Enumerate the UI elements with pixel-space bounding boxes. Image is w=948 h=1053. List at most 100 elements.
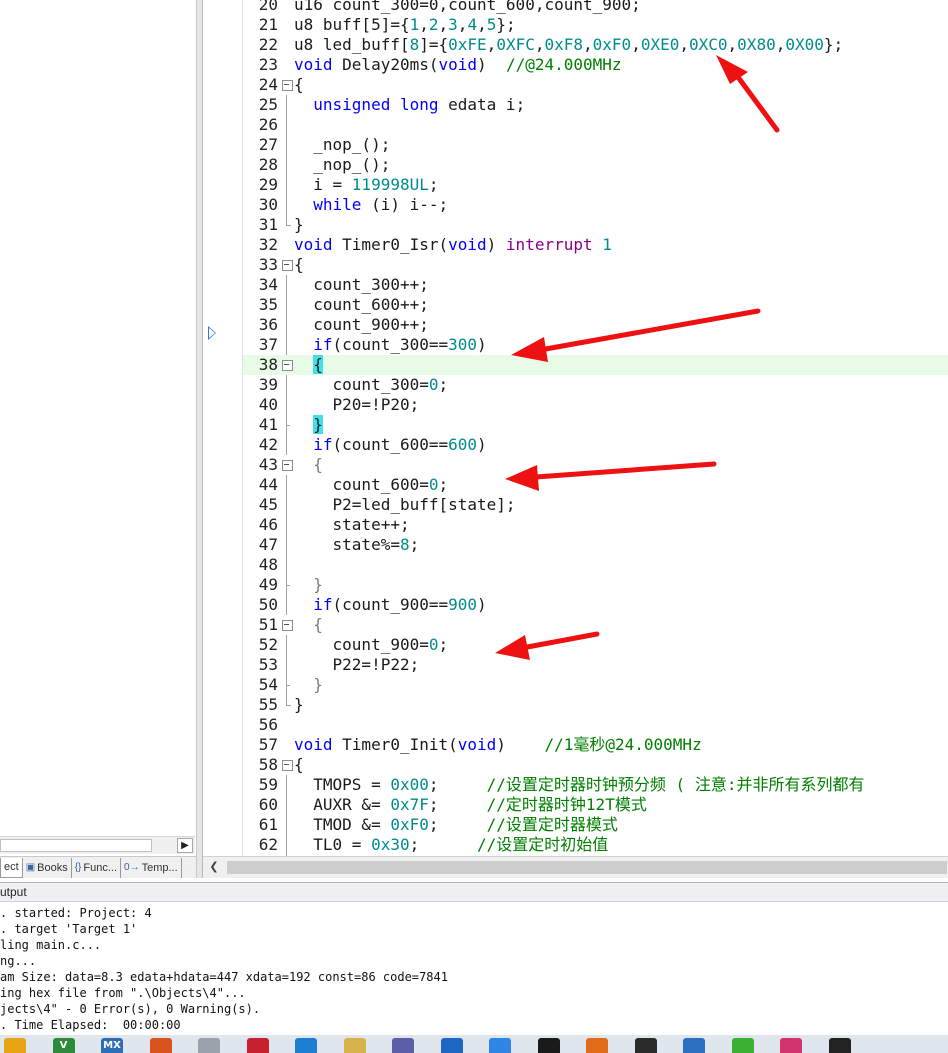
code-text[interactable]: if(count_600==600) (294, 435, 486, 455)
code-line[interactable]: 35 count_600++; (243, 295, 948, 315)
code-line[interactable]: 42 if(count_600==600) (243, 435, 948, 455)
code-line[interactable]: 43 { (243, 455, 948, 475)
tab-project[interactable]: ect (0, 857, 23, 878)
code-line[interactable]: 32 void Timer0_Isr(void) interrupt 1 (243, 235, 948, 255)
scroll-left-icon[interactable]: ❮ (206, 859, 222, 875)
tab-templates[interactable]: 0→ Temp... (121, 857, 182, 878)
code-line[interactable]: 62 TL0 = 0x30; //设置定时初始值 (243, 835, 948, 855)
output-text[interactable]: . started: Project: 4 . target 'Target 1'… (0, 902, 948, 1033)
chatgpt-icon[interactable] (537, 1038, 560, 1053)
code-line[interactable]: 57 void Timer0_Init(void) //1毫秒@24.000MHz (243, 735, 948, 755)
code-text[interactable]: P2=led_buff[state]; (294, 495, 516, 515)
scrollbar-thumb[interactable] (0, 839, 152, 852)
code-line[interactable]: 26 (243, 115, 948, 135)
code-text[interactable]: while (i) i--; (294, 195, 448, 215)
keil-icon[interactable]: V (52, 1038, 75, 1053)
code-line[interactable]: 25 unsigned long edata i; (243, 95, 948, 115)
fold-toggle-icon[interactable] (282, 755, 293, 775)
code-line[interactable]: 28 _nop_(); (243, 155, 948, 175)
fold-toggle-icon[interactable] (282, 355, 293, 375)
paint-icon[interactable] (343, 1038, 366, 1053)
code-text[interactable]: count_300++; (294, 275, 429, 295)
tab-books[interactable]: ▣ Books (23, 857, 72, 878)
code-line[interactable]: 44 count_600=0; (243, 475, 948, 495)
code-line[interactable]: 61 TMOD &= 0xF0; //设置定时器模式 (243, 815, 948, 835)
code-text[interactable]: } (294, 695, 304, 715)
code-text[interactable]: TMOD &= 0xF0; //设置定时器模式 (294, 815, 618, 835)
code-text[interactable]: } (294, 675, 323, 695)
project-panel-scrollbar[interactable]: ▶ (0, 836, 195, 854)
code-text[interactable]: state++; (294, 515, 410, 535)
code-lines[interactable]: 20 u16 count_300=0,count_600,count_900; 21… (243, 0, 948, 856)
scrollbar-thumb[interactable] (227, 861, 947, 874)
code-line[interactable]: 33 { (243, 255, 948, 275)
editor-gutter[interactable] (203, 0, 243, 856)
code-text[interactable]: { (294, 455, 323, 475)
code-line[interactable]: 30 while (i) i--; (243, 195, 948, 215)
code-line[interactable]: 20 u16 count_300=0,count_600,count_900; (243, 0, 948, 15)
code-text[interactable]: u8 buff[5]={1,2,3,4,5}; (294, 15, 516, 35)
fold-toggle-icon[interactable] (282, 615, 293, 635)
stm32cubemx-icon[interactable]: MX (101, 1038, 123, 1053)
code-text[interactable]: void Delay20ms(void) //@24.000MHz (294, 55, 622, 75)
code-text[interactable]: { (294, 75, 304, 95)
code-text[interactable]: unsigned long edata i; (294, 95, 525, 115)
code-text[interactable]: count_600++; (294, 295, 429, 315)
code-text[interactable]: _nop_(); (294, 135, 390, 155)
code-line[interactable]: 60 AUXR &= 0x7F; //定时器时钟12T模式 (243, 795, 948, 815)
code-line[interactable]: 37 if(count_300==300) (243, 335, 948, 355)
matlab-icon[interactable] (149, 1038, 172, 1053)
code-text[interactable]: if(count_900==900) (294, 595, 486, 615)
code-line[interactable]: 23 void Delay20ms(void) //@24.000MHz (243, 55, 948, 75)
code-text[interactable]: _nop_(); (294, 155, 390, 175)
code-line[interactable]: 45 P2=led_buff[state]; (243, 495, 948, 515)
code-text[interactable]: void Timer0_Isr(void) interrupt 1 (294, 235, 612, 255)
code-line[interactable]: 24 { (243, 75, 948, 95)
code-line[interactable]: 31} (243, 215, 948, 235)
code-text[interactable]: state%=8; (294, 535, 420, 555)
code-line[interactable]: 29 i = 119998UL; (243, 175, 948, 195)
code-line[interactable]: 41 } (243, 415, 948, 435)
code-line[interactable]: 36 count_900++; (243, 315, 948, 335)
app-icon[interactable] (683, 1038, 705, 1053)
document-icon[interactable] (198, 1038, 220, 1053)
code-text[interactable]: { (294, 615, 323, 635)
code-text[interactable]: i = 119998UL; (294, 175, 438, 195)
code-line[interactable]: 27 _nop_(); (243, 135, 948, 155)
code-line[interactable]: 48 (243, 555, 948, 575)
code-line[interactable]: 21 u8 buff[5]={1,2,3,4,5}; (243, 15, 948, 35)
code-text[interactable]: AUXR &= 0x7F; //定时器时钟12T模式 (294, 795, 647, 815)
code-text[interactable]: u16 count_300=0,count_600,count_900; (294, 0, 641, 15)
vscode-icon[interactable] (295, 1038, 317, 1053)
code-text[interactable]: P22=!P22; (294, 655, 420, 675)
code-line[interactable]: 59 TMOPS = 0x00; //设置定时器时钟预分频 ( 注意:并非所有系… (243, 775, 948, 795)
code-line[interactable]: 40 P20=!P20; (243, 395, 948, 415)
tab-functions[interactable]: {} Func... (72, 857, 122, 878)
code-line[interactable]: 53 P22=!P22; (243, 655, 948, 675)
fold-toggle-icon[interactable] (282, 255, 293, 275)
wechat-icon[interactable] (731, 1038, 754, 1053)
code-text[interactable]: count_600=0; (294, 475, 449, 495)
code-line[interactable]: 58 { (243, 755, 948, 775)
code-text[interactable]: { (294, 755, 304, 775)
obs-icon[interactable] (634, 1038, 657, 1053)
qq-icon[interactable] (828, 1038, 851, 1053)
code-text[interactable]: { (294, 355, 323, 375)
code-line[interactable]: 46 state++; (243, 515, 948, 535)
code-line[interactable]: 49 } (243, 575, 948, 595)
fold-toggle-icon[interactable] (282, 455, 293, 475)
code-text[interactable]: void Timer0_Init(void) //1毫秒@24.000MHz (294, 735, 702, 755)
code-text[interactable]: } (294, 215, 304, 235)
code-line[interactable]: 50 if(count_900==900) (243, 595, 948, 615)
code-line[interactable]: 38 { (243, 355, 948, 375)
code-text[interactable]: if(count_300==300) (294, 335, 486, 355)
file-explorer-icon[interactable] (4, 1038, 26, 1053)
code-text[interactable]: TL0 = 0x30; //设置定时初始值 (294, 835, 608, 855)
code-text[interactable]: } (294, 415, 323, 435)
editor-horizontal-scrollbar[interactable]: ❮ (203, 856, 948, 878)
code-line[interactable]: 47 state%=8; (243, 535, 948, 555)
code-text[interactable]: { (294, 255, 304, 275)
rss-icon[interactable] (780, 1038, 802, 1053)
feishu-icon[interactable] (489, 1038, 511, 1053)
calculator-icon[interactable] (392, 1038, 414, 1053)
